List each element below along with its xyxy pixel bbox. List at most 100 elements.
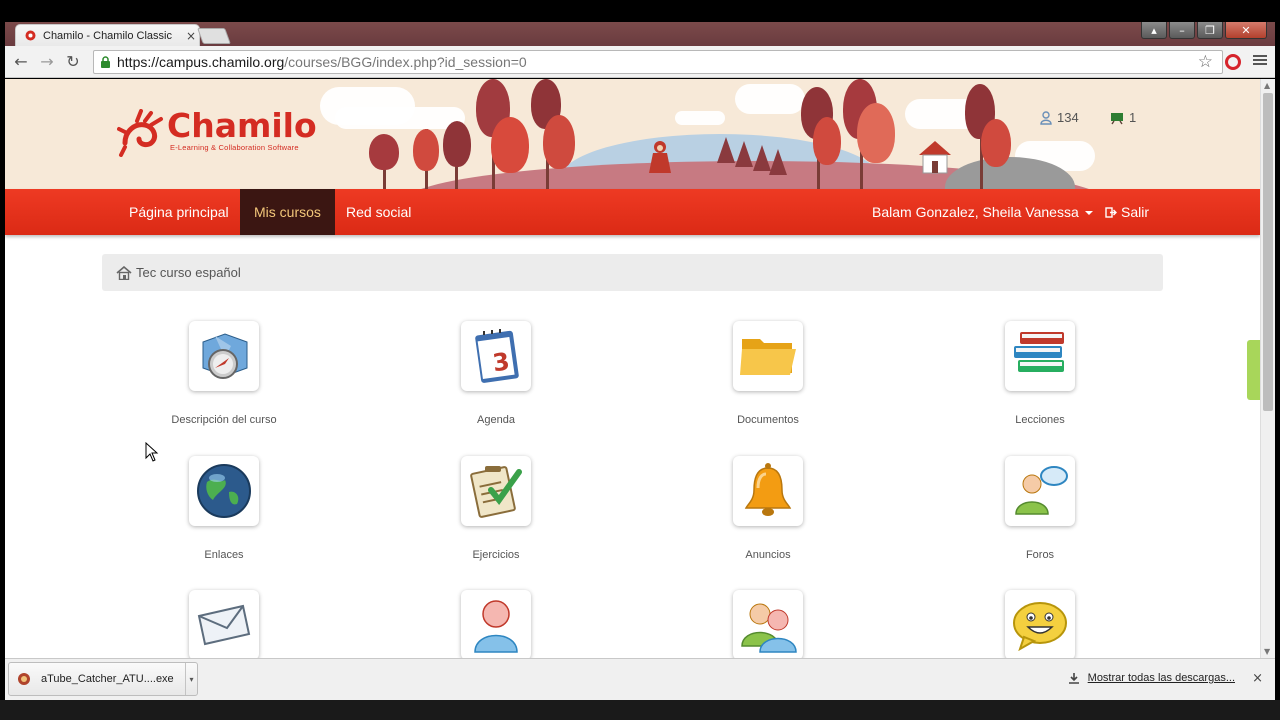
user-menu[interactable]: Balam Gonzalez, Sheila Vanessa <box>858 189 1107 235</box>
tool-messages[interactable] <box>124 590 324 658</box>
menu-hamburger-icon[interactable] <box>1253 53 1267 67</box>
tool-icon-box[interactable] <box>1005 321 1075 391</box>
tool-agenda[interactable]: 3 Agenda <box>396 321 596 426</box>
download-file-icon <box>18 673 30 685</box>
user-icon <box>1040 110 1052 125</box>
tool-icon-box[interactable] <box>189 590 259 658</box>
mouse-cursor-icon <box>145 442 159 462</box>
forum-user-icon <box>1015 466 1068 515</box>
tool-icon-box[interactable] <box>1005 456 1075 526</box>
tool-announcements[interactable]: Anuncios <box>668 456 868 561</box>
breadcrumb-course[interactable]: Tec curso español <box>136 265 241 280</box>
tree-top <box>491 117 529 173</box>
home-icon[interactable] <box>116 265 132 280</box>
scrollbar-thumb[interactable] <box>1263 93 1273 411</box>
side-panel-tab[interactable] <box>1247 340 1260 400</box>
tool-chat[interactable] <box>940 590 1140 658</box>
tool-icon-box[interactable] <box>733 456 803 526</box>
reload-icon[interactable]: ↻ <box>63 52 83 72</box>
nav-social-network[interactable]: Red social <box>332 189 425 235</box>
tool-icon-box[interactable] <box>733 590 803 658</box>
users-online-count: 134 <box>1057 110 1079 125</box>
user-icon <box>474 600 518 653</box>
calendar-icon: 3 <box>475 329 519 383</box>
window-minimize-button[interactable]: – <box>1169 22 1195 39</box>
scroll-up-icon[interactable]: ▲ <box>1264 81 1270 90</box>
tool-icon-box[interactable] <box>461 590 531 658</box>
tool-course-description[interactable]: Descripción del curso <box>124 321 324 426</box>
tree-top <box>443 121 471 167</box>
url-host: https://campus.chamilo.org <box>117 54 285 70</box>
tool-icon-box[interactable] <box>189 456 259 526</box>
tree-top <box>543 115 575 169</box>
tree-top <box>857 103 895 163</box>
tree-top <box>813 117 841 165</box>
tool-icon-box[interactable]: 3 <box>461 321 531 391</box>
tool-icon-box[interactable] <box>733 321 803 391</box>
window-maximize-button[interactable]: ❐ <box>1197 22 1223 39</box>
chamilo-logo-icon <box>117 109 163 157</box>
lock-icon <box>101 55 110 68</box>
url-path: /courses/BGG/index.php?id_session=0 <box>284 54 527 70</box>
vertical-scrollbar[interactable]: ▲ ▼ <box>1260 79 1275 658</box>
tool-exercises[interactable]: Ejercicios <box>396 456 596 561</box>
tool-label: Descripción del curso <box>171 414 277 426</box>
tool-icon-box[interactable] <box>1005 590 1075 658</box>
users-online-stat[interactable]: 134 <box>1040 110 1079 125</box>
tool-groups[interactable] <box>668 590 868 658</box>
download-item[interactable]: aTube_Catcher_ATU....exe ▾ <box>8 662 198 696</box>
logout-button[interactable]: Salir <box>1091 189 1163 235</box>
breadcrumb: Tec curso español <box>102 254 1163 291</box>
header-banner: Chamilo E-Learning & Collaboration Softw… <box>5 79 1260 189</box>
checklist-icon <box>470 466 522 518</box>
tool-icon-box[interactable] <box>461 456 531 526</box>
chamilo-logo[interactable]: Chamilo E-Learning & Collaboration Softw… <box>117 109 317 157</box>
scroll-down-icon[interactable]: ▼ <box>1264 647 1270 656</box>
tool-lessons[interactable]: Lecciones <box>940 321 1140 426</box>
nav-home[interactable]: Página principal <box>115 189 243 235</box>
tool-label: Documentos <box>737 414 799 426</box>
window-close-button[interactable]: ✕ <box>1225 22 1267 39</box>
tab-strip: Chamilo - Chamilo Classic × ▴ – ❐ ✕ <box>5 22 1275 46</box>
tool-forums[interactable]: Foros <box>940 456 1140 561</box>
tool-label: Foros <box>1025 549 1055 561</box>
download-file-name: aTube_Catcher_ATU....exe <box>41 673 174 685</box>
tool-links[interactable]: Enlaces <box>124 456 324 561</box>
download-arrow-icon <box>1068 673 1079 684</box>
chalkboard-icon <box>1111 112 1123 124</box>
back-arrow-icon[interactable]: ← <box>11 52 31 72</box>
taskbar <box>0 700 1280 720</box>
cloud-decoration <box>675 111 725 125</box>
bell-icon <box>744 463 792 516</box>
window-top-frame <box>0 0 1280 22</box>
tool-users[interactable] <box>396 590 596 658</box>
show-all-downloads-label: Mostrar todas las descargas... <box>1087 672 1235 684</box>
messages-count: 1 <box>1129 110 1137 125</box>
bookmark-star-icon[interactable]: ☆ <box>1198 52 1213 72</box>
window-pin-button[interactable]: ▴ <box>1141 22 1167 39</box>
new-tab-button[interactable] <box>197 28 231 44</box>
logout-icon <box>1105 207 1117 218</box>
folder-icon <box>740 339 796 375</box>
cloud-decoration <box>335 107 465 129</box>
compass-map-icon <box>202 333 248 379</box>
tree-top <box>369 134 399 170</box>
globe-icon <box>197 464 251 518</box>
address-bar[interactable]: https://campus.chamilo.org/courses/BGG/i… <box>93 50 1223 74</box>
tool-icon-box[interactable] <box>189 321 259 391</box>
group-icon <box>741 603 797 653</box>
nav-my-courses[interactable]: Mis cursos <box>240 189 335 235</box>
messages-stat[interactable]: 1 <box>1110 110 1136 125</box>
forward-arrow-icon[interactable]: → <box>37 52 57 72</box>
tab-close-icon[interactable]: × <box>183 29 199 43</box>
character-illustration <box>649 141 671 173</box>
close-shelf-icon[interactable]: × <box>1252 671 1263 686</box>
tool-label: Agenda <box>477 414 515 426</box>
brand-tagline: E-Learning & Collaboration Software <box>170 143 299 152</box>
show-all-downloads-link[interactable]: Mostrar todas las descargas... <box>1068 672 1235 684</box>
download-options-chevron-icon[interactable]: ▾ <box>185 663 197 695</box>
opera-extension-icon[interactable] <box>1225 54 1241 70</box>
tool-documents[interactable]: Documentos <box>668 321 868 426</box>
chat-smiley-icon <box>1013 602 1067 651</box>
browser-tab[interactable]: Chamilo - Chamilo Classic × <box>15 24 200 46</box>
